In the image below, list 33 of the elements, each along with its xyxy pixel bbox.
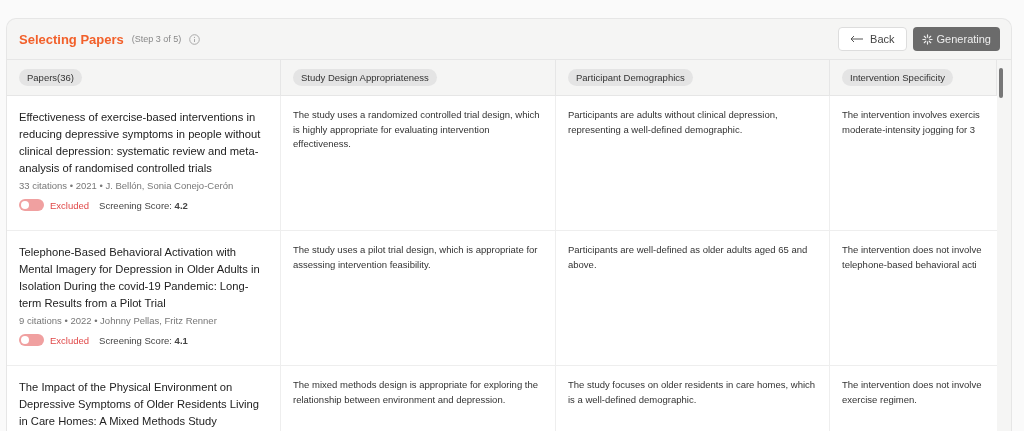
table-cell: exercise regimen. <box>842 392 917 407</box>
status-label: Excluded <box>50 199 90 211</box>
table-cell-text: The intervention involves exercis <box>842 108 980 122</box>
table-cell-text: The study uses a randomized controlled trial design, which is highly appropriate for evaluating intervention effectiveness. <box>293 108 541 151</box>
column-header: Intervention Specificity <box>842 69 954 86</box>
generating-button[interactable]: Generating <box>912 27 1000 51</box>
table-cell-text: Participants are well-defined as older adults aged 65 and above. <box>568 243 809 272</box>
step-indicator: (Step 3 of 5) <box>131 34 182 44</box>
table-cell: moderate-intensity jogging for 3 <box>842 122 976 137</box>
paper-meta: 9 citations • 2022 • Johnny Pellas, Fritz Renner <box>19 315 217 326</box>
column-header: Participant Demographics <box>568 69 693 86</box>
screening-score: Screening Score: 4.2 <box>99 199 188 211</box>
paper-title[interactable]: Effectiveness of exercise-based interventions in reducing depressive symptoms in people without clinical depression: systematic review and meta-analysis of randomised controlled trials <box>19 109 270 177</box>
status-label: Excluded <box>50 334 90 346</box>
page-title: Selecting Papers <box>19 31 124 47</box>
screening-score: Screening Score: 4.1 <box>99 334 188 346</box>
paper-meta: 33 citations • 2021 • J. Bellón, Sonia Conejo-Cerón <box>19 180 234 191</box>
paper-title[interactable]: Telephone-Based Behavioral Activation with Mental Imagery for Depression in Older Adults in Isolation During the covid-19 Pandemic: Long-term Results from a Pilot Trial <box>19 244 270 312</box>
include-toggle[interactable] <box>19 199 44 211</box>
table-cell-text: The intervention does not involve <box>842 378 982 392</box>
column-header: Papers(36) <box>19 69 82 86</box>
table-cell-text: The intervention does not involve <box>842 243 982 257</box>
include-toggle[interactable] <box>19 334 44 346</box>
info-icon[interactable] <box>189 33 201 45</box>
table-cell-text: The mixed methods design is appropriate for exploring the relationship between environment and depression. <box>293 378 540 407</box>
table-cell-text: The study focuses on older residents in care homes, which is a well-defined demographic. <box>568 378 817 407</box>
spinner-icon <box>921 33 933 45</box>
back-button[interactable]: Back <box>838 27 907 51</box>
column-header: Study Design Appropriateness <box>293 69 437 86</box>
table-cell-text: Participants are adults without clinical depression, representing a well-defined demographic. <box>568 108 779 137</box>
table-cell-text: The study uses a pilot trial design, which is appropriate for assessing intervention feasibility. <box>293 243 539 272</box>
arrow-left-icon <box>850 35 865 43</box>
table-cell: telephone-based behavioral acti <box>842 257 977 272</box>
